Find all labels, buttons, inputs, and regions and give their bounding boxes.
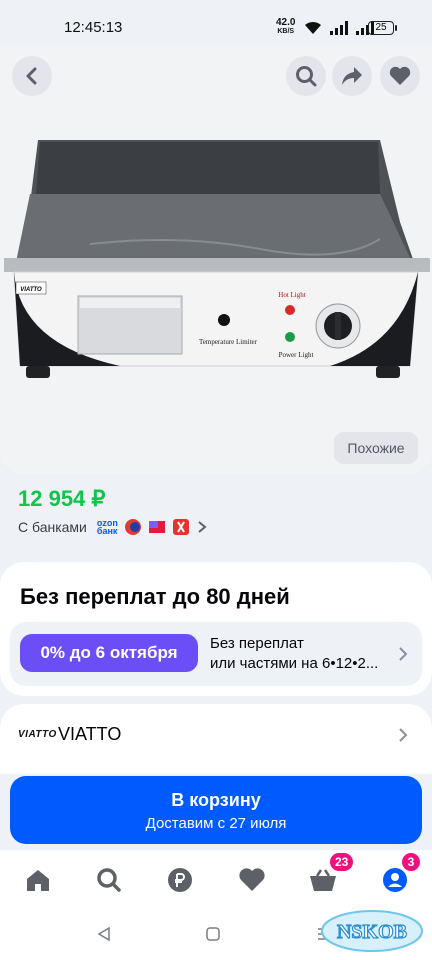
profile-badge: 3 <box>402 853 420 871</box>
installment-text-line2: или частями на 6•12•2... <box>210 655 379 672</box>
share-button[interactable] <box>332 56 372 96</box>
bottom-nav <box>0 850 432 910</box>
product-image-brand-text: VIATTO <box>20 287 42 293</box>
product-price: 12 954 ₽ <box>18 486 106 511</box>
network-speed-unit: KB/S <box>277 28 295 35</box>
delivery-date: Доставим с 27 июля <box>145 815 287 832</box>
chevron-left-icon <box>26 67 37 85</box>
bank-logo-icon-3 <box>172 519 189 535</box>
search-button[interactable] <box>286 56 326 96</box>
heart-icon <box>389 66 411 85</box>
installment-text-line1: Без переплат <box>210 635 304 652</box>
signal-icon <box>330 21 348 35</box>
search-icon-nav <box>97 868 121 892</box>
chevron-right-icon-brand <box>399 728 408 742</box>
chevron-right-icon-installment <box>399 647 408 661</box>
nav-cart[interactable] <box>309 866 337 894</box>
installment-title: Без переплат до 80 дней <box>20 584 290 609</box>
nskob-watermark-logo: NSKOB <box>321 910 423 952</box>
nav-finance[interactable] <box>166 866 194 894</box>
cart-count-badge: 23 <box>330 853 354 871</box>
search-icon <box>296 66 317 87</box>
installment-badge: 0% до 6 октября <box>20 634 198 672</box>
product-image-card: VIATTO Temperature Limiter Hot Light Pow… <box>0 44 432 474</box>
back-button[interactable] <box>12 56 52 96</box>
heart-icon-nav <box>239 868 265 891</box>
cart-basket-icon <box>310 869 336 891</box>
watermark-text: NSKOB <box>337 921 407 943</box>
nav-search[interactable] <box>95 866 123 894</box>
network-speed: 42.0 KB/S <box>276 18 295 36</box>
product-image[interactable]: VIATTO Temperature Limiter Hot Light Pow… <box>0 44 432 474</box>
add-to-cart-label: В корзину <box>171 790 261 810</box>
favorite-button[interactable] <box>380 56 420 96</box>
share-arrow-icon <box>342 67 362 85</box>
chevron-right-icon <box>198 521 207 533</box>
ozon-bank-logo: ozon банк <box>96 519 118 536</box>
banks-row[interactable]: С банками ozon банк <box>18 517 208 537</box>
wifi-icon <box>305 21 321 34</box>
product-image-hot-text: Hot Light <box>278 291 305 299</box>
ozon-bank-line2: банк <box>96 526 118 536</box>
ruble-icon <box>168 868 192 892</box>
system-home-icon[interactable] <box>205 926 221 942</box>
bank-logo-icon-1 <box>124 519 141 535</box>
battery-icon: 25 <box>368 21 397 35</box>
banks-label: С банками <box>18 519 87 535</box>
home-icon <box>27 870 49 891</box>
nav-home[interactable] <box>24 866 52 894</box>
add-to-cart-button[interactable]: В корзину Доставим с 27 июля <box>10 776 422 844</box>
profile-icon <box>383 868 407 892</box>
status-time: 12:45:13 <box>64 19 123 36</box>
product-image-temp-text: Temperature Limiter <box>199 338 258 346</box>
product-image-power-text: Power Light <box>279 351 314 359</box>
nav-profile[interactable] <box>381 866 409 894</box>
installment-text: Без переплат или частями на 6•12•2... <box>210 634 390 674</box>
bank-logo-icon-2 <box>148 521 165 533</box>
nav-favorites[interactable] <box>238 866 266 894</box>
system-back-icon[interactable] <box>96 926 112 942</box>
brand-logo: VIATTO <box>18 729 57 740</box>
similar-button[interactable]: Похожие <box>334 432 418 464</box>
brand-name: VIATTO <box>58 724 122 744</box>
